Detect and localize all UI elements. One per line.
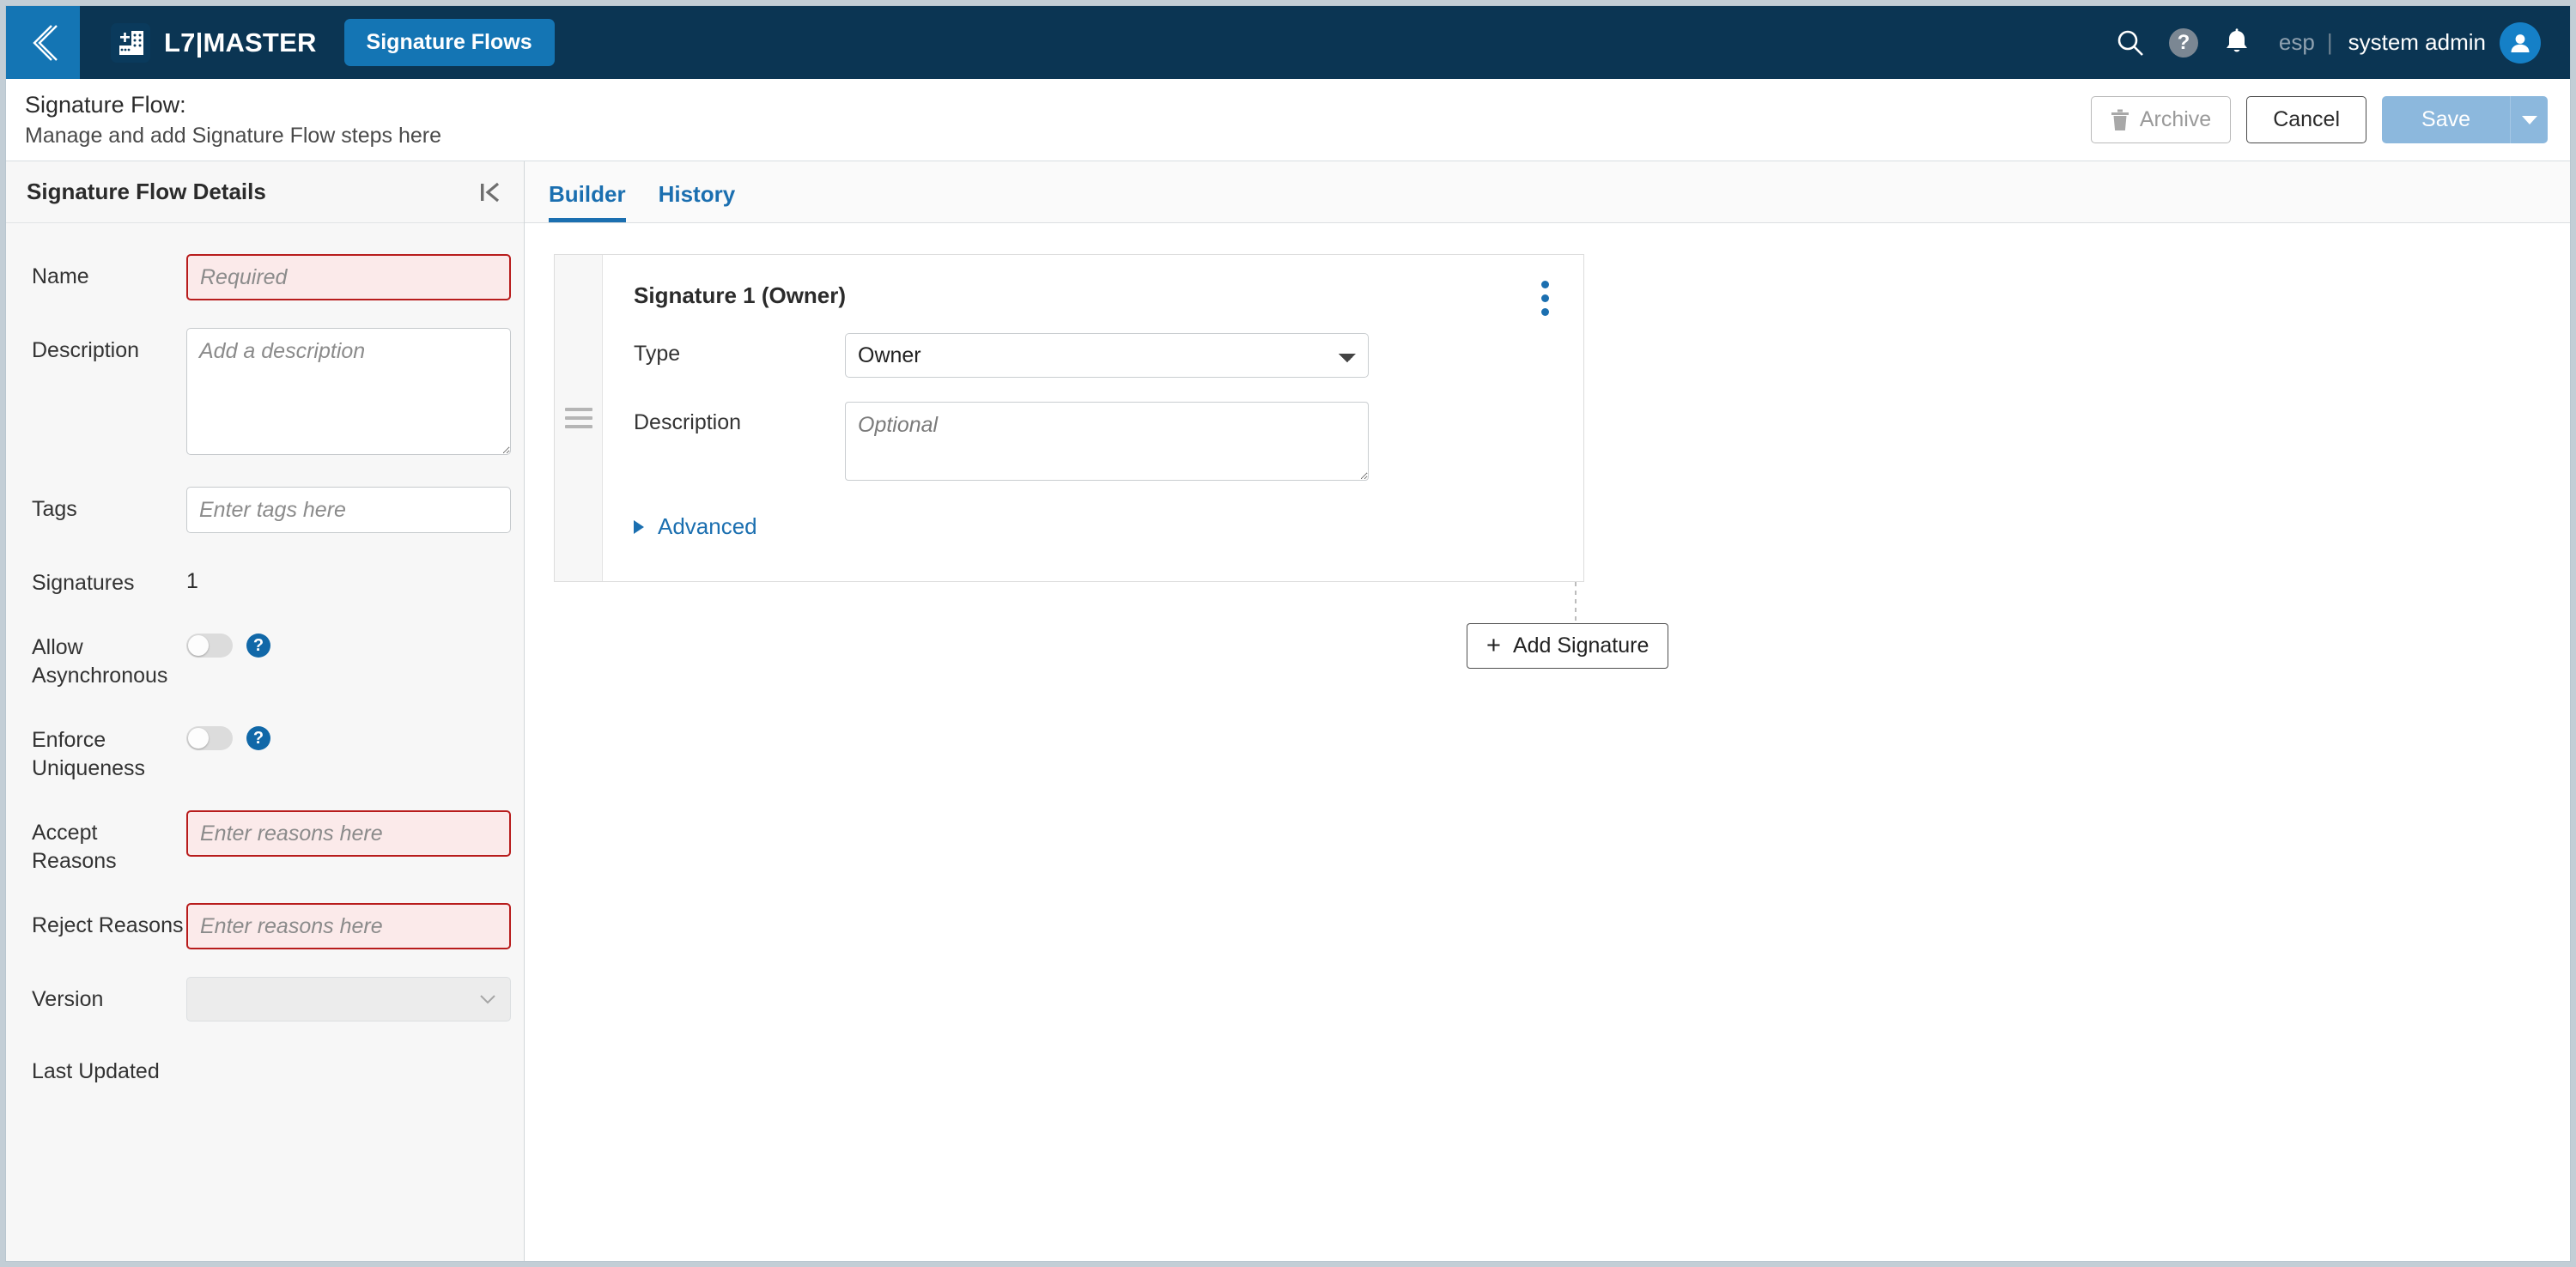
- builder-canvas: Signature 1 (Owner) Type Owner Descripti…: [525, 223, 2570, 1261]
- last-updated-value: [186, 1049, 503, 1058]
- chevron-left-icon: [33, 24, 58, 61]
- plus-icon: +: [1486, 632, 1501, 659]
- tab-history[interactable]: History: [659, 181, 736, 222]
- tab-bar: Builder History: [525, 161, 2570, 223]
- version-select: [186, 977, 511, 1021]
- signatures-count: 1: [186, 569, 198, 593]
- user-avatar-icon[interactable]: [2500, 21, 2541, 64]
- save-button-group: Save: [2382, 96, 2548, 143]
- last-updated-label: Last Updated: [32, 1059, 160, 1083]
- drag-handle-icon[interactable]: [555, 255, 603, 581]
- type-select[interactable]: Owner: [845, 333, 1369, 378]
- tab-builder[interactable]: Builder: [549, 181, 626, 222]
- top-navigation-bar: L7|MASTER Signature Flows ? esp | system…: [6, 6, 2570, 79]
- field-row-name: Name: [32, 254, 511, 300]
- description-textarea[interactable]: [186, 328, 511, 455]
- enforce-uniqueness-help-icon[interactable]: ?: [246, 726, 270, 750]
- field-row-last-updated: Last Updated: [32, 1049, 503, 1086]
- field-row-enforce-uniqueness: Enforce Uniqueness ?: [32, 718, 503, 783]
- card-description-textarea[interactable]: [845, 402, 1369, 481]
- reject-reasons-input[interactable]: [186, 903, 511, 949]
- page-title-block: Signature Flow: Manage and add Signature…: [25, 92, 441, 149]
- allow-asynchronous-label: Allow Asynchronous: [32, 635, 168, 688]
- help-circle-icon[interactable]: ?: [2157, 16, 2210, 70]
- enforce-uniqueness-label: Enforce Uniqueness: [32, 728, 146, 780]
- advanced-toggle[interactable]: Advanced: [634, 513, 1558, 540]
- signatures-label: Signatures: [32, 571, 135, 595]
- trash-icon: [2111, 109, 2129, 130]
- type-label: Type: [634, 342, 681, 366]
- panel-title: Signature Flow Details: [27, 179, 266, 204]
- add-signature-button[interactable]: + Add Signature: [1467, 623, 1669, 669]
- field-row-tags: Tags: [32, 487, 511, 533]
- step-connector-line: [1575, 582, 1577, 623]
- save-dropdown-toggle[interactable]: [2510, 96, 2548, 143]
- body-split: Signature Flow Details Name Descrip: [6, 161, 2570, 1261]
- chevron-down-icon: [480, 995, 495, 1004]
- topbar-right-cluster: ? esp | system admin: [2104, 16, 2570, 70]
- notification-bell-icon[interactable]: [2210, 16, 2263, 70]
- field-row-allow-asynchronous: Allow Asynchronous ?: [32, 625, 503, 690]
- card-field-type: Type Owner: [634, 333, 1558, 378]
- search-icon[interactable]: [2104, 16, 2157, 70]
- topbar-divider: |: [2326, 29, 2333, 55]
- archive-button[interactable]: Archive: [2090, 96, 2232, 143]
- kebab-menu-icon[interactable]: [1538, 277, 1552, 319]
- version-label: Version: [32, 987, 104, 1011]
- field-row-signatures: Signatures 1: [32, 561, 503, 597]
- builder-panel: Builder History Signature 1 (Owner) Type: [525, 161, 2570, 1261]
- signature-step-card: Signature 1 (Owner) Type Owner Descripti…: [554, 254, 1584, 582]
- accept-reasons-label: Accept Reasons: [32, 821, 117, 873]
- allow-asynchronous-toggle[interactable]: [186, 634, 233, 658]
- page-title: Signature Flow:: [25, 91, 186, 118]
- cancel-button[interactable]: Cancel: [2246, 96, 2367, 143]
- collapse-panel-icon[interactable]: [479, 179, 503, 205]
- brand-name: L7|MASTER: [164, 27, 317, 58]
- panel-form: Name Description Tags: [6, 223, 524, 1261]
- field-row-accept-reasons: Accept Reasons: [32, 810, 511, 876]
- page-subtitle: Manage and add Signature Flow steps here: [25, 123, 442, 148]
- card-field-description: Description: [634, 402, 1558, 481]
- tags-input[interactable]: [186, 487, 511, 533]
- user-name-label: system admin: [2348, 29, 2486, 55]
- archive-label: Archive: [2139, 107, 2212, 131]
- name-input[interactable]: [186, 254, 511, 300]
- tags-label: Tags: [32, 497, 77, 521]
- hospital-building-icon: [111, 22, 150, 63]
- page-actions: Archive Cancel Save: [2090, 96, 2548, 143]
- field-row-description: Description: [32, 328, 511, 459]
- field-row-version: Version: [32, 977, 511, 1021]
- name-label: Name: [32, 264, 89, 288]
- caret-down-icon: [2521, 115, 2537, 124]
- advanced-label: Advanced: [658, 513, 757, 539]
- org-label: esp: [2278, 29, 2315, 55]
- reject-reasons-label: Reject Reasons: [32, 913, 184, 937]
- signature-flow-details-panel: Signature Flow Details Name Descrip: [6, 161, 525, 1261]
- field-row-reject-reasons: Reject Reasons: [32, 903, 511, 949]
- back-button[interactable]: [6, 6, 80, 79]
- app-window: L7|MASTER Signature Flows ? esp | system…: [5, 5, 2571, 1262]
- add-signature-label: Add Signature: [1512, 634, 1649, 658]
- brand: L7|MASTER: [111, 22, 317, 63]
- nav-item-signature-flows[interactable]: Signature Flows: [343, 19, 555, 66]
- card-description-label: Description: [634, 410, 742, 434]
- description-label: Description: [32, 338, 140, 362]
- enforce-uniqueness-toggle[interactable]: [186, 726, 233, 750]
- signature-card-title: Signature 1 (Owner): [634, 282, 847, 308]
- accept-reasons-input[interactable]: [186, 810, 511, 857]
- save-button[interactable]: Save: [2382, 96, 2510, 143]
- caret-right-icon: [634, 519, 644, 534]
- page-header: Signature Flow: Manage and add Signature…: [6, 79, 2570, 161]
- allow-asynchronous-help-icon[interactable]: ?: [246, 634, 270, 658]
- signature-card-body: Signature 1 (Owner) Type Owner Descripti…: [603, 255, 1583, 581]
- help-glyph: ?: [2168, 27, 2198, 58]
- panel-header: Signature Flow Details: [6, 161, 524, 223]
